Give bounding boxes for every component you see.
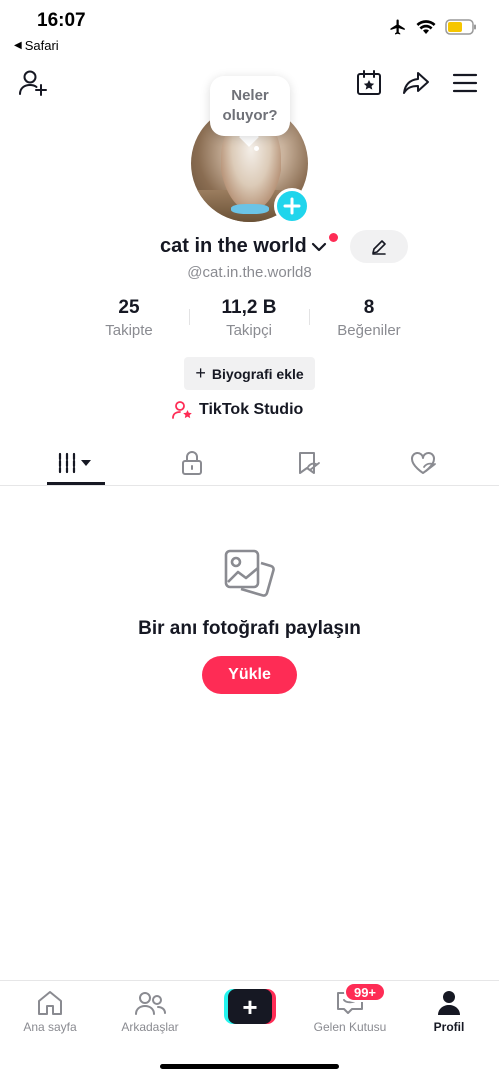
nav-label: Profil (433, 1020, 465, 1034)
back-triangle-icon: ◀ (14, 40, 22, 51)
studio-user-star-icon (172, 401, 192, 419)
tab-videos[interactable] (26, 440, 126, 486)
photo-stack-icon (224, 549, 275, 597)
nav-friends[interactable]: Arkadaşlar (100, 981, 200, 1041)
bubble-text: Neler oluyor? (222, 87, 278, 124)
airplane-mode-icon (390, 19, 405, 35)
tab-liked[interactable] (373, 440, 473, 486)
stat-label: Takipte (105, 322, 153, 339)
avatar-add-button[interactable] (274, 188, 310, 224)
share-icon[interactable] (399, 66, 433, 100)
profile-tabs (0, 440, 499, 486)
edit-profile-button[interactable] (350, 230, 408, 263)
profile-stats: 25 Takipte 11,2 B Takipçi 8 Beğeniler (0, 296, 499, 346)
add-user-icon[interactable] (16, 66, 50, 100)
back-to-app-link[interactable]: ◀ Safari (14, 38, 59, 53)
username: cat in the world (160, 235, 307, 257)
back-app-label: Safari (24, 38, 59, 53)
liked-heart-icon (411, 452, 436, 474)
bookmark-icon (299, 452, 320, 474)
menu-icon[interactable] (448, 66, 482, 100)
nav-profile[interactable]: Profil (399, 981, 499, 1041)
stat-likes[interactable]: 8 Beğeniler (309, 296, 429, 339)
add-bio-button[interactable]: + Biyografi ekle (184, 357, 315, 390)
inbox-badge: 99+ (344, 982, 386, 1002)
plus-icon (283, 197, 301, 215)
stat-value: 8 (363, 297, 375, 318)
avatar-mat (231, 204, 269, 214)
tiktok-studio-label: TikTok Studio (199, 401, 304, 418)
tab-saved[interactable] (258, 440, 358, 486)
profile-handle: @cat.in.the.world8 (187, 264, 312, 281)
tab-private[interactable] (142, 440, 242, 486)
friends-icon (135, 992, 166, 1015)
stat-followers[interactable]: 11,2 B Takipçi (189, 296, 309, 339)
bubble-dot (254, 146, 259, 151)
battery-icon (445, 19, 476, 35)
nav-label: Arkadaşlar (121, 1020, 179, 1034)
chevron-down-icon (311, 242, 326, 251)
upload-button[interactable]: Yükle (202, 656, 297, 694)
create-button[interactable]: + (224, 989, 276, 1024)
stat-following[interactable]: 25 Takipte (69, 296, 189, 339)
nav-label: Gelen Kutusu (313, 1020, 387, 1034)
stat-value: 25 (118, 297, 140, 318)
nav-label: Ana sayfa (23, 1020, 77, 1034)
add-bio-label: Biyografi ekle (211, 365, 304, 382)
tiktok-studio-link[interactable]: TikTok Studio (172, 400, 303, 420)
empty-state-title: Bir anı fotoğrafı paylaşın (138, 618, 361, 639)
stat-value: 11,2 B (221, 297, 277, 318)
stat-label: Beğeniler (337, 322, 401, 339)
status-bubble[interactable]: Neler oluyor? (210, 76, 290, 136)
videos-grid-icon (58, 452, 91, 474)
nav-home[interactable]: Ana sayfa (0, 981, 100, 1041)
status-time: 16:07 (37, 10, 86, 31)
create-icon: + (228, 989, 272, 1024)
home-icon (38, 991, 62, 1015)
calendar-star-icon[interactable] (352, 66, 386, 100)
active-tab-indicator (47, 482, 105, 485)
status-bar: 16:07 ◀ Safari (0, 0, 499, 60)
stat-label: Takipçi (226, 322, 272, 339)
username-row[interactable]: cat in the world (160, 235, 327, 258)
lock-icon (182, 451, 202, 475)
profile-icon (438, 991, 460, 1015)
notification-dot (329, 233, 338, 242)
status-icons (389, 18, 477, 36)
home-indicator (160, 1064, 339, 1069)
wifi-icon (416, 20, 436, 34)
pencil-icon (372, 239, 386, 255)
plus-icon: + (195, 363, 206, 383)
